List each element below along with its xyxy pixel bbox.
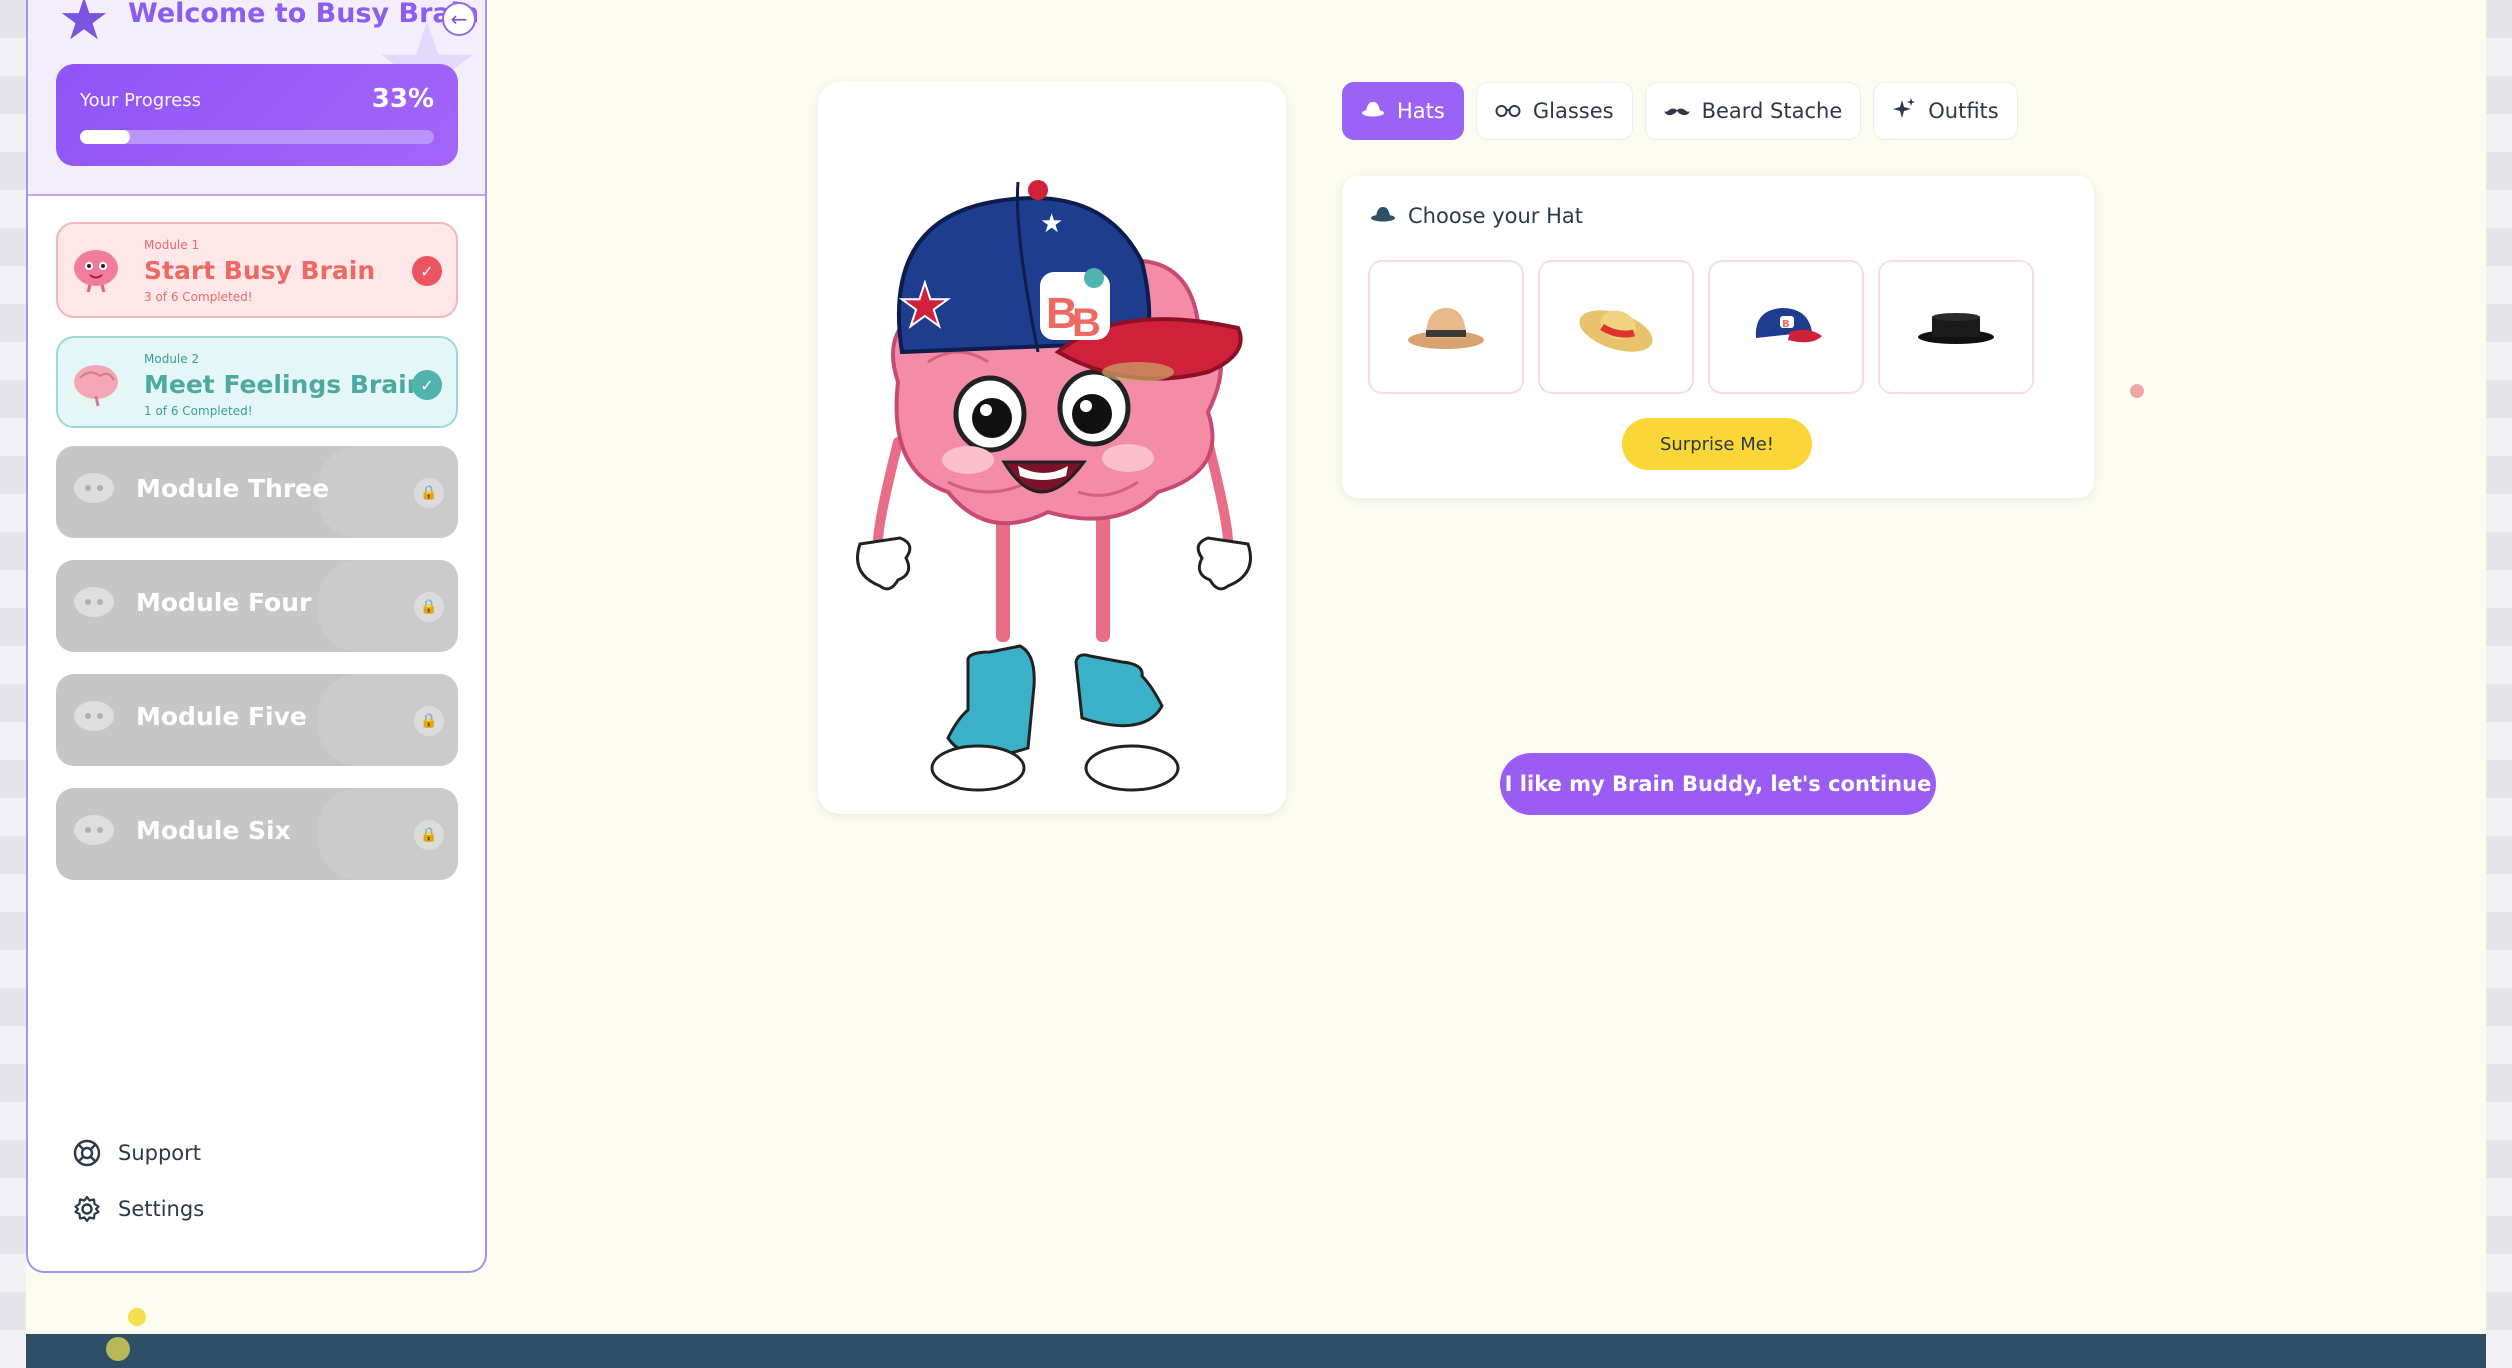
brain-icon [74, 365, 118, 407]
hat-option-cap[interactable]: B [1708, 260, 1864, 394]
module-progress-text: 1 of 6 Completed! [144, 404, 253, 418]
brain-icon [74, 473, 114, 503]
lock-icon: 🔒 [414, 478, 444, 508]
module-card-1[interactable]: Module 1 Start Busy Brain 3 of 6 Complet… [56, 222, 458, 318]
svg-text:★: ★ [898, 271, 952, 341]
check-icon: ✓ [412, 370, 442, 400]
lock-icon: 🔒 [414, 706, 444, 736]
decor-dot-pink [2130, 384, 2144, 398]
hat-icon [1370, 204, 1396, 228]
settings-label: Settings [118, 1197, 205, 1221]
tab-label: Hats [1397, 99, 1445, 123]
svg-text:B: B [1782, 319, 1790, 330]
panel-title: Choose your Hat [1370, 204, 1583, 228]
module-number: Module 1 [144, 238, 200, 252]
collapse-sidebar-button[interactable]: ← [442, 2, 476, 36]
hat-option-top-hat[interactable] [1878, 260, 2034, 394]
straw-hat-icon [1579, 310, 1653, 352]
tab-hats[interactable]: Hats [1342, 82, 1464, 140]
module-card-6[interactable]: Module Six 🔒 [56, 788, 458, 880]
progress-label: Your Progress [80, 90, 201, 111]
brain-icon [74, 701, 114, 731]
left-edge-stripes [0, 0, 26, 1368]
hat-selection-panel: Choose your Hat B Surprise Me! [1342, 176, 2094, 498]
progress-track [80, 130, 434, 144]
tab-beard-stache[interactable]: Beard Stache [1644, 82, 1862, 140]
module-progress-text: 3 of 6 Completed! [144, 290, 253, 304]
panel-title-text: Choose your Hat [1408, 204, 1583, 228]
sidebar: ★ ★ Welcome to Busy Brain Your Progress … [26, 0, 487, 1273]
hat-option-straw[interactable] [1538, 260, 1694, 394]
mustache-icon [1663, 99, 1690, 123]
svg-text:★: ★ [1118, 203, 1136, 227]
module-title: Module Six [136, 816, 291, 845]
brain-icon [74, 815, 114, 845]
glasses-icon [1495, 99, 1521, 123]
svg-text:★: ★ [1040, 209, 1063, 239]
brain-buddy-character: ★ ★ B B ★ [856, 180, 1252, 792]
lock-icon: 🔒 [414, 592, 444, 622]
brain-icon [74, 587, 114, 617]
surprise-me-button[interactable]: Surprise Me! [1622, 418, 1812, 470]
cowboy-hat-icon [1408, 308, 1484, 349]
progress-value: 33% [371, 84, 434, 114]
progress-card: Your Progress 33% [56, 64, 458, 166]
decor-dot-olive [106, 1337, 130, 1361]
lifebuoy-icon [72, 1138, 102, 1168]
settings-link[interactable]: Settings [72, 1194, 204, 1224]
support-link[interactable]: Support [72, 1138, 201, 1168]
module-card-2[interactable]: Module 2 Meet Feelings Brain 1 of 6 Comp… [56, 336, 458, 428]
continue-button[interactable]: I like my Brain Buddy, let's continue [1500, 753, 1936, 815]
module-card-3[interactable]: Module Three 🔒 [56, 446, 458, 538]
baseball-cap-icon: B [1755, 308, 1822, 343]
tab-label: Outfits [1928, 99, 1999, 123]
module-number: Module 2 [144, 352, 200, 366]
check-icon: ✓ [412, 256, 442, 286]
module-title: Module Three [136, 474, 330, 503]
module-title: Start Busy Brain [144, 256, 376, 285]
right-edge-stripes [2486, 0, 2512, 1368]
svg-text:B: B [1072, 301, 1101, 345]
module-title: Module Five [136, 702, 307, 731]
module-list: Module 1 Start Busy Brain 3 of 6 Complet… [56, 222, 458, 902]
footer-bar [26, 1334, 2486, 1368]
customization-tabs: Hats Glasses Beard Stache Outfits [1342, 82, 2018, 140]
module-title: Module Four [136, 588, 312, 617]
module-title: Meet Feelings Brain [144, 370, 425, 399]
hat-option-cowboy[interactable] [1368, 260, 1524, 394]
tab-glasses[interactable]: Glasses [1475, 82, 1633, 140]
welcome-title: Welcome to Busy Brain [128, 0, 480, 29]
module-card-4[interactable]: Module Four 🔒 [56, 560, 458, 652]
decor-dot-yellow [128, 1308, 146, 1326]
support-label: Support [118, 1141, 202, 1165]
hat-icon [1361, 99, 1385, 123]
top-hat-icon [1918, 313, 1994, 344]
sidebar-header: ★ ★ Welcome to Busy Brain Your Progress … [28, 0, 485, 196]
star-logo-icon: ★ [58, 0, 110, 53]
lock-icon: 🔒 [414, 820, 444, 850]
tab-label: Beard Stache [1701, 99, 1843, 123]
hat-options: B [1368, 260, 2034, 394]
sparkle-icon [1892, 97, 1916, 126]
arrow-left-icon: ← [450, 7, 468, 31]
gear-icon [72, 1194, 102, 1224]
tab-outfits[interactable]: Outfits [1873, 82, 2018, 140]
brain-buddy-preview: ★ ★ B B ★ [818, 82, 1286, 814]
tab-label: Glasses [1532, 99, 1614, 123]
progress-fill [80, 130, 130, 144]
pink-brain-icon [74, 250, 118, 293]
module-card-5[interactable]: Module Five 🔒 [56, 674, 458, 766]
